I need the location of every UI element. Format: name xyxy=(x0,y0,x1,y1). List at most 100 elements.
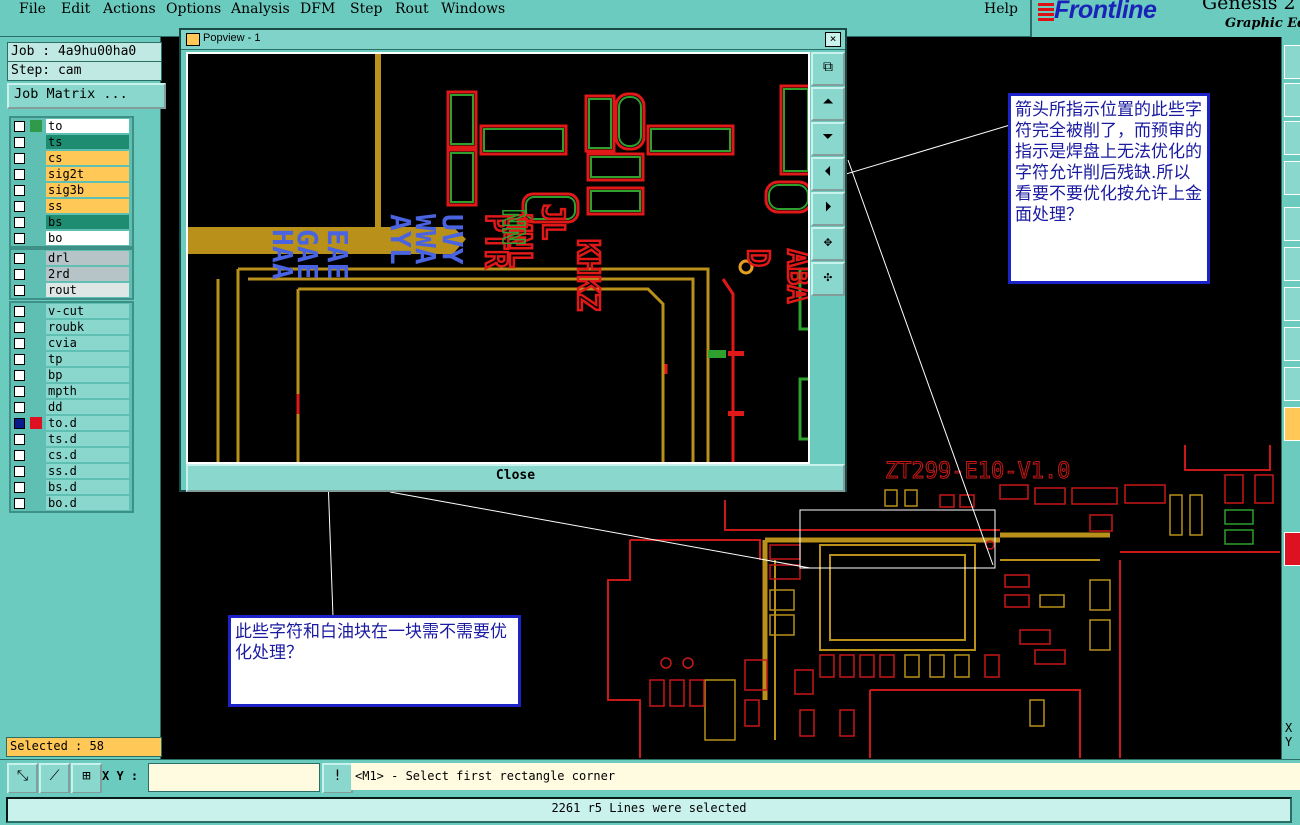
menu-dfm[interactable]: DFM xyxy=(300,1,335,17)
menu-actions[interactable]: Actions xyxy=(103,1,156,17)
layer-row-cs[interactable]: cs xyxy=(11,150,132,166)
layer-row-to-d[interactable]: to.d xyxy=(11,415,132,431)
layer-checkbox[interactable] xyxy=(14,402,25,413)
layer-row-roubk[interactable]: roubk xyxy=(11,319,132,335)
layer-name[interactable]: bp xyxy=(46,368,129,382)
layer-name[interactable]: roubk xyxy=(46,320,129,334)
menu-file[interactable]: File xyxy=(19,1,46,17)
layer-row-2rd[interactable]: 2rd xyxy=(11,266,132,282)
layer-checkbox[interactable] xyxy=(14,201,25,212)
layer-name[interactable]: 2rd xyxy=(46,267,129,281)
xy-coordinate-input[interactable] xyxy=(148,763,320,792)
layer-row-cs-d[interactable]: cs.d xyxy=(11,447,132,463)
right-tool-1[interactable] xyxy=(1284,45,1300,79)
layer-checkbox[interactable] xyxy=(14,370,25,381)
info-button[interactable]: ! xyxy=(322,763,353,794)
popview-close-button[interactable]: Close xyxy=(186,464,845,492)
menu-edit[interactable]: Edit xyxy=(61,1,90,17)
layer-row-ss[interactable]: ss xyxy=(11,198,132,214)
measure-icon[interactable]: ⟋ xyxy=(39,763,70,794)
layer-name[interactable]: tp xyxy=(46,352,129,366)
layer-checkbox[interactable] xyxy=(14,217,25,228)
zoom-area-icon[interactable]: ⤡ xyxy=(7,763,38,794)
job-matrix-button[interactable]: Job Matrix ... xyxy=(7,83,166,109)
layer-name[interactable]: mpth xyxy=(46,384,129,398)
layer-checkbox[interactable] xyxy=(14,434,25,445)
popview-fit-icon[interactable]: ⧉ xyxy=(811,52,845,86)
layer-checkbox[interactable] xyxy=(14,137,25,148)
layer-checkbox[interactable] xyxy=(14,153,25,164)
layer-row-to[interactable]: to xyxy=(11,118,132,134)
layer-row-ts-d[interactable]: ts.d xyxy=(11,431,132,447)
layer-checkbox[interactable] xyxy=(14,418,25,429)
layer-row-bs-d[interactable]: bs.d xyxy=(11,479,132,495)
layer-name[interactable]: bs.d xyxy=(46,480,129,494)
layer-name[interactable]: cs.d xyxy=(46,448,129,462)
right-tool-3[interactable] xyxy=(1284,121,1300,155)
right-tool-11[interactable] xyxy=(1284,532,1300,566)
layer-checkbox[interactable] xyxy=(14,338,25,349)
right-tool-7[interactable] xyxy=(1284,287,1300,321)
right-tool-10[interactable] xyxy=(1284,407,1300,441)
layer-row-dd[interactable]: dd xyxy=(11,399,132,415)
layer-checkbox[interactable] xyxy=(14,306,25,317)
menu-rout[interactable]: Rout xyxy=(395,1,429,17)
menu-analysis[interactable]: Analysis xyxy=(231,1,290,17)
layer-name[interactable]: dd xyxy=(46,400,129,414)
layer-row-ss-d[interactable]: ss.d xyxy=(11,463,132,479)
layer-row-mpth[interactable]: mpth xyxy=(11,383,132,399)
layer-name[interactable]: sig2t xyxy=(46,167,129,181)
layer-checkbox[interactable] xyxy=(14,285,25,296)
layer-name[interactable]: drl xyxy=(46,251,129,265)
layer-name[interactable]: bo.d xyxy=(46,496,129,510)
menu-step[interactable]: Step xyxy=(350,1,382,17)
layer-checkbox[interactable] xyxy=(14,450,25,461)
layer-row-drl[interactable]: drl xyxy=(11,250,132,266)
right-tool-2[interactable] xyxy=(1284,83,1300,117)
layer-row-bp[interactable]: bp xyxy=(11,367,132,383)
popview-pan-up-icon[interactable]: ⏶ xyxy=(811,87,845,121)
layer-checkbox[interactable] xyxy=(14,498,25,509)
layer-row-ts[interactable]: ts xyxy=(11,134,132,150)
layer-checkbox[interactable] xyxy=(14,253,25,264)
right-tool-4[interactable] xyxy=(1284,161,1300,195)
layer-row-bs[interactable]: bs xyxy=(11,214,132,230)
layer-row-rout[interactable]: rout xyxy=(11,282,132,298)
popview-zoom-in-icon[interactable]: ✣ xyxy=(811,262,845,296)
layer-checkbox[interactable] xyxy=(14,386,25,397)
right-tool-9[interactable] xyxy=(1284,367,1300,401)
layer-name[interactable]: to.d xyxy=(46,416,129,430)
layer-name[interactable]: ss.d xyxy=(46,464,129,478)
grid-icon[interactable]: ⊞ xyxy=(71,763,102,794)
layer-checkbox[interactable] xyxy=(14,269,25,280)
layer-row-tp[interactable]: tp xyxy=(11,351,132,367)
layer-checkbox[interactable] xyxy=(14,121,25,132)
popview-pan-right-icon[interactable]: ⏵ xyxy=(811,192,845,226)
layer-checkbox[interactable] xyxy=(14,466,25,477)
layer-checkbox[interactable] xyxy=(14,482,25,493)
layer-name[interactable]: sig3b xyxy=(46,183,129,197)
layer-name[interactable]: cs xyxy=(46,151,129,165)
layer-name[interactable]: cvia xyxy=(46,336,129,350)
layer-checkbox[interactable] xyxy=(14,233,25,244)
layer-row-bo-d[interactable]: bo.d xyxy=(11,495,132,511)
popview-zoom-out-icon[interactable]: ✥ xyxy=(811,227,845,261)
popview-pan-left-icon[interactable]: ⏴ xyxy=(811,157,845,191)
layer-row-cvia[interactable]: cvia xyxy=(11,335,132,351)
window-menu-icon[interactable] xyxy=(186,33,200,46)
layer-row-v-cut[interactable]: v-cut xyxy=(11,303,132,319)
right-tool-8[interactable] xyxy=(1284,327,1300,361)
layer-row-sig3b[interactable]: sig3b xyxy=(11,182,132,198)
layer-name[interactable]: ss xyxy=(46,199,129,213)
menu-options[interactable]: Options xyxy=(166,1,221,17)
layer-checkbox[interactable] xyxy=(14,185,25,196)
layer-name[interactable]: bo xyxy=(46,231,129,245)
layer-row-bo[interactable]: bo xyxy=(11,230,132,246)
layer-name[interactable]: v-cut xyxy=(46,304,129,318)
popview-titlebar[interactable]: Popview - 1 × xyxy=(181,30,845,50)
layer-name[interactable]: ts xyxy=(46,135,129,149)
right-tool-6[interactable] xyxy=(1284,247,1300,281)
layer-name[interactable]: ts.d xyxy=(46,432,129,446)
layer-checkbox[interactable] xyxy=(14,169,25,180)
popview-pan-down-icon[interactable]: ⏷ xyxy=(811,122,845,156)
